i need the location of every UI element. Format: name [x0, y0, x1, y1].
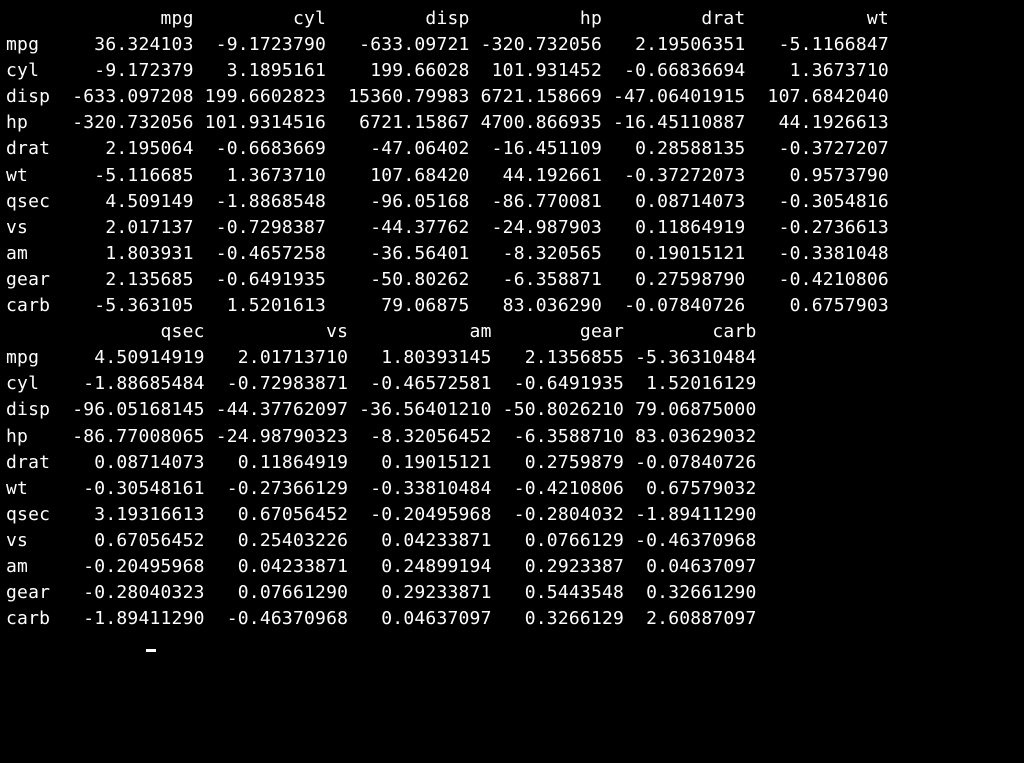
covariance-table: mpg cyl disp hp drat wt mpg 36.324103 -9…: [6, 6, 1018, 632]
cursor-icon: [146, 649, 156, 652]
terminal-output: mpg cyl disp hp drat wt mpg 36.324103 -9…: [0, 0, 1024, 664]
